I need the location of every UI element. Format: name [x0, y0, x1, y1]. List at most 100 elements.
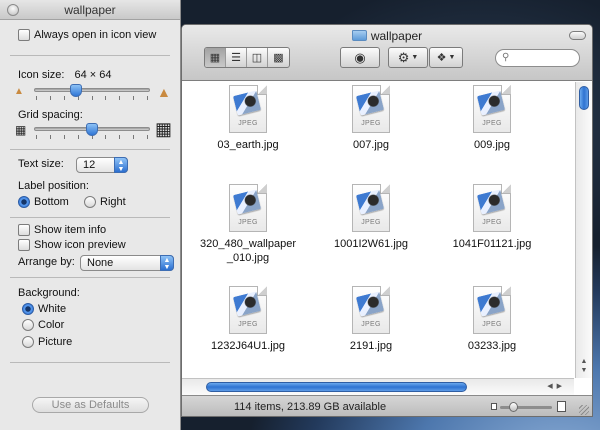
show-icon-preview-row[interactable]: Show icon preview	[18, 239, 126, 251]
resize-grip[interactable]	[579, 405, 589, 415]
search-icon: ⚲	[502, 52, 510, 63]
file-kind-label: JPEG	[482, 120, 502, 127]
jpeg-file-icon: JPEG	[352, 184, 390, 232]
vertical-scroll-arrows[interactable]: ▲ ▼	[576, 357, 592, 375]
use-as-defaults-button[interactable]: Use as Defaults	[32, 397, 149, 413]
show-item-info-row[interactable]: Show item info	[18, 224, 106, 236]
text-size-value: 12	[83, 159, 96, 171]
background-color-label: Color	[38, 319, 65, 331]
finder-window: wallpaper ▦ ☰ ◫ ▩ ◉ ⚙ ▼ ❖ ▼ ⚲ JPEG 03_ear…	[181, 24, 593, 417]
jpeg-file-icon: JPEG	[352, 85, 390, 133]
vertical-scroll-thumb[interactable]	[579, 86, 589, 110]
close-button[interactable]	[7, 4, 19, 16]
icon-view-icon[interactable]: ▦	[205, 48, 226, 67]
jpeg-file-icon: JPEG	[473, 286, 511, 334]
toolbar-toggle-button[interactable]	[569, 31, 586, 40]
search-field[interactable]: ⚲	[495, 49, 580, 67]
file-item[interactable]: JPEG 1001I2W61.jpg	[306, 184, 436, 251]
list-view-icon[interactable]: ☰	[226, 48, 247, 67]
status-text: 114 items, 213.89 GB available	[234, 401, 387, 413]
background-picture-option[interactable]: Picture	[22, 336, 72, 348]
label-position-bottom-option[interactable]: Bottom	[18, 196, 69, 208]
file-name: 1232J64U1.jpg	[210, 340, 285, 352]
label-position-right-option[interactable]: Right	[84, 196, 126, 208]
label-position-row: Label position:	[18, 180, 89, 192]
file-kind-label: JPEG	[482, 321, 502, 328]
popup-arrows-icon: ▲ ▼	[114, 157, 128, 173]
separator	[10, 55, 170, 56]
icon-size-row: Icon size: 64 × 64	[18, 69, 111, 81]
horizontal-scroll-arrows[interactable]: ◀▶	[547, 382, 566, 390]
text-size-popup[interactable]: 12 ▲ ▼	[76, 157, 128, 173]
popup-arrows-icon: ▲ ▼	[160, 255, 174, 271]
panel-title: wallpaper	[64, 3, 116, 17]
always-open-icon-view-row[interactable]: Always open in icon view	[18, 29, 156, 41]
file-name: 03_earth.jpg	[217, 139, 279, 151]
dropbox-button[interactable]: ❖ ▼	[429, 47, 463, 68]
file-item[interactable]: JPEG 1232J64U1.jpg	[183, 286, 313, 353]
icon-size-label: Icon size:	[18, 69, 65, 81]
separator	[10, 277, 170, 278]
icon-size-slider-track[interactable]	[34, 88, 150, 92]
background-picture-radio[interactable]	[22, 336, 34, 348]
background-white-radio[interactable]	[22, 303, 34, 315]
show-item-info-checkbox[interactable]	[18, 224, 30, 236]
action-menu-button[interactable]: ⚙ ▼	[388, 47, 428, 68]
small-grid-icon: ▦	[15, 123, 27, 137]
file-kind-label: JPEG	[238, 120, 258, 127]
quick-look-button[interactable]: ◉	[340, 47, 380, 68]
separator	[10, 217, 170, 218]
file-item[interactable]: JPEG 320_480_wallpaper _010.jpg	[183, 184, 313, 265]
vertical-scrollbar[interactable]: ▲ ▼	[575, 82, 592, 378]
file-kind-label: JPEG	[482, 219, 502, 226]
file-item[interactable]: JPEG 1041F01121.jpg	[427, 184, 557, 251]
file-item[interactable]: JPEG 03233.jpg	[427, 286, 557, 353]
file-item[interactable]: JPEG 009.jpg	[427, 85, 557, 152]
always-open-icon-view-checkbox[interactable]	[18, 29, 30, 41]
jpeg-file-icon: JPEG	[473, 184, 511, 232]
file-kind-label: JPEG	[238, 321, 258, 328]
file-name: 007.jpg	[352, 139, 390, 151]
background-color-option[interactable]: Color	[22, 319, 64, 331]
gear-icon: ⚙	[397, 49, 410, 65]
background-picture-label: Picture	[38, 336, 73, 348]
file-item[interactable]: JPEG 2191.jpg	[306, 286, 436, 353]
file-kind-label: JPEG	[361, 120, 381, 127]
background-label: Background:	[18, 287, 80, 299]
grid-spacing-slider-knob[interactable]	[86, 123, 98, 136]
show-icon-preview-label: Show icon preview	[34, 239, 126, 251]
finder-toolbar: wallpaper ▦ ☰ ◫ ▩ ◉ ⚙ ▼ ❖ ▼ ⚲	[182, 25, 592, 81]
small-icon-zoom-icon	[491, 403, 497, 410]
file-item[interactable]: JPEG 03_earth.jpg	[183, 85, 313, 152]
file-kind-label: JPEG	[361, 219, 381, 226]
icon-size-ticks	[36, 96, 148, 100]
arrange-by-popup[interactable]: None ▲ ▼	[80, 255, 174, 271]
window-title: wallpaper	[182, 27, 592, 45]
horizontal-scroll-thumb[interactable]	[206, 382, 467, 392]
always-open-icon-view-label: Always open in icon view	[34, 29, 157, 41]
file-name: 03233.jpg	[467, 340, 517, 352]
label-position-right-radio[interactable]	[84, 196, 96, 208]
background-color-radio[interactable]	[22, 319, 34, 331]
label-position-bottom-radio[interactable]	[18, 196, 30, 208]
arrange-by-label: Arrange by:	[18, 256, 75, 268]
dropbox-icon: ❖	[436, 52, 447, 64]
file-name: 320_480_wallpaper _010.jpg	[199, 238, 297, 264]
arrange-by-row: Arrange by:	[18, 256, 75, 268]
background-white-label: White	[38, 303, 67, 315]
status-bar: 114 items, 213.89 GB available	[182, 395, 592, 416]
file-item[interactable]: JPEG 007.jpg	[306, 85, 436, 152]
horizontal-scrollbar[interactable]: ◀▶	[182, 378, 574, 395]
icon-size-value: 64 × 64	[74, 69, 112, 81]
small-icon-size-icon: ▲	[14, 86, 24, 97]
cover-flow-view-icon[interactable]: ▩	[268, 48, 289, 67]
chevron-down-icon: ▼	[411, 54, 419, 61]
background-white-option[interactable]: White	[22, 303, 66, 315]
icon-zoom-slider-track[interactable]	[500, 406, 552, 409]
jpeg-file-icon: JPEG	[473, 85, 511, 133]
column-view-icon[interactable]: ◫	[247, 48, 268, 67]
show-icon-preview-checkbox[interactable]	[18, 239, 30, 251]
large-grid-icon: ▦	[155, 119, 173, 139]
icon-zoom-slider-knob[interactable]	[509, 402, 518, 412]
large-icon-size-icon: ▲	[157, 84, 171, 100]
